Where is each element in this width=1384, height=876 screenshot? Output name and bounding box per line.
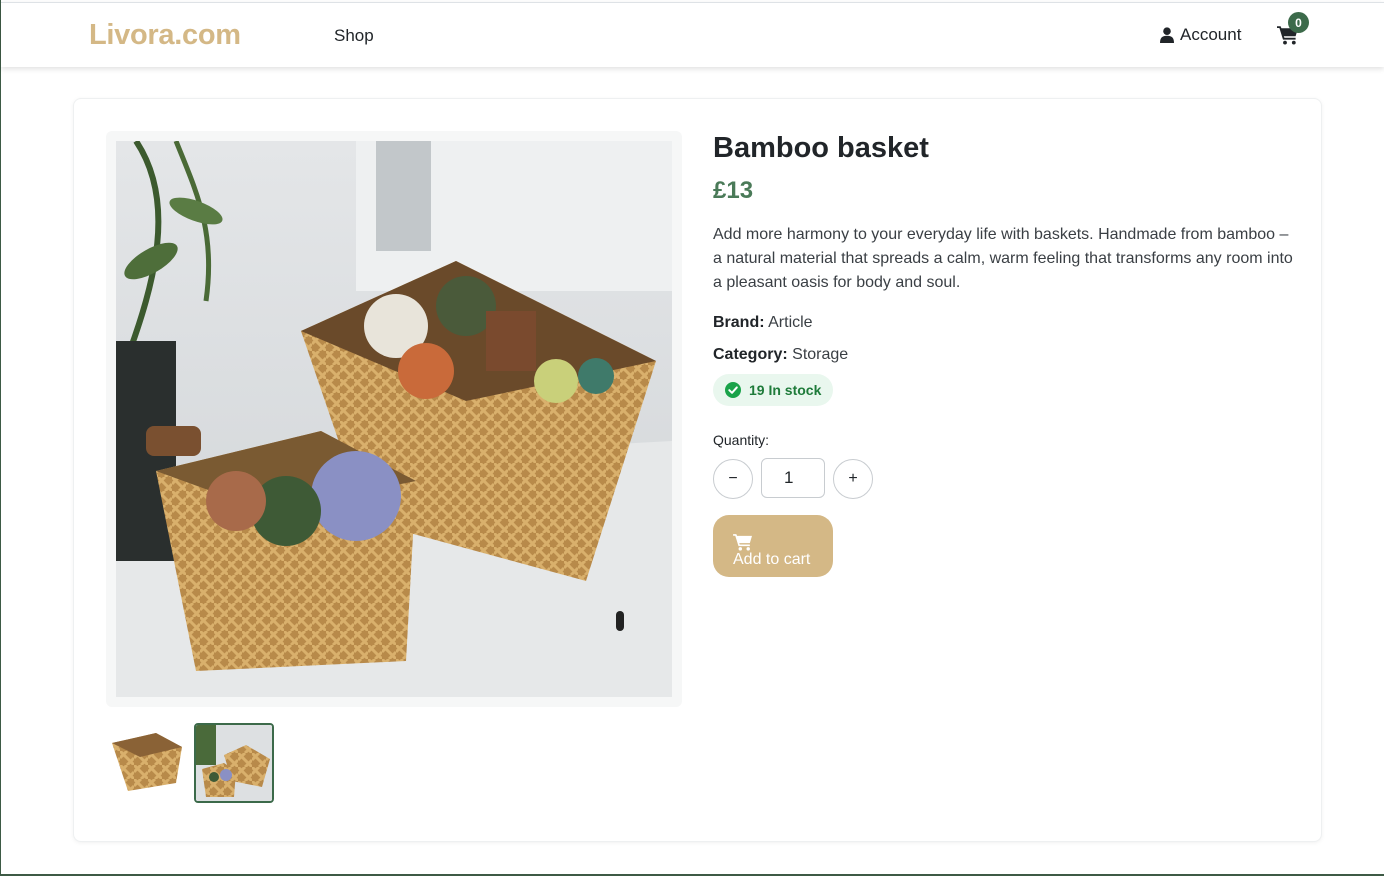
nav-account-link[interactable]: Account — [1160, 25, 1241, 45]
add-to-cart-label: Add to cart — [733, 551, 811, 568]
user-icon — [1160, 27, 1174, 43]
brand-label: Brand: — [713, 314, 765, 331]
category-label: Category: — [713, 346, 788, 363]
category-value: Storage — [792, 346, 849, 363]
window-left-border — [0, 0, 1, 876]
quantity-decrease-button[interactable]: − — [713, 459, 753, 499]
product-price: £13 — [713, 177, 754, 204]
check-circle-icon — [725, 382, 741, 398]
navbar: Livora.com Shop Account — [1, 2, 1384, 67]
nav-shop-link[interactable]: Shop — [334, 26, 374, 46]
product-brand: Brand: Article — [713, 314, 813, 332]
shopping-cart-icon — [733, 534, 752, 551]
stock-badge: 19 In stock — [713, 374, 834, 406]
add-to-cart-button[interactable]: Add to cart — [713, 515, 833, 577]
brand-logo[interactable]: Livora.com — [89, 19, 241, 52]
cart-count-badge: 0 — [1288, 12, 1309, 33]
brand-value: Article — [768, 314, 813, 331]
nav-account-label: Account — [1180, 25, 1242, 44]
product-thumbnail-2[interactable] — [194, 723, 274, 803]
product-card: Bamboo basket £13 Add more harmony to yo… — [73, 98, 1322, 842]
product-thumbnail-1[interactable] — [106, 723, 186, 803]
product-main-image — [116, 141, 672, 697]
product-title: Bamboo basket — [713, 132, 929, 164]
product-category: Category: Storage — [713, 346, 848, 364]
stock-text: 19 In stock — [749, 382, 822, 398]
product-description: Add more harmony to your everyday life w… — [713, 226, 1293, 291]
quantity-increase-button[interactable]: + — [833, 459, 873, 499]
quantity-input[interactable] — [761, 458, 825, 498]
main-image-container — [106, 131, 682, 707]
quantity-label: Quantity: — [713, 432, 770, 448]
